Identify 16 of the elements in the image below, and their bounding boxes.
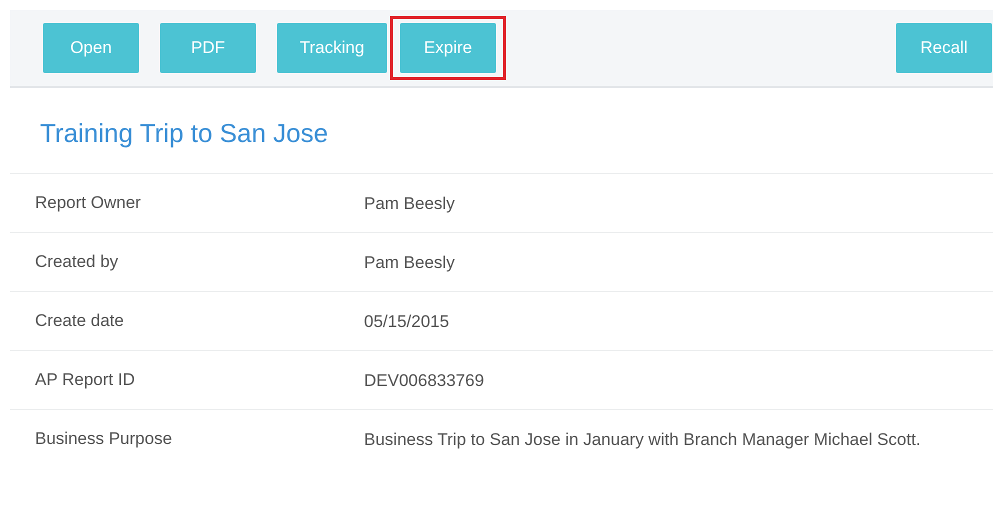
- field-value: Business Trip to San Jose in January with Branch Manager Michael Scott.: [364, 428, 922, 450]
- field-label: Create date: [35, 310, 125, 332]
- field-label: Created by: [35, 251, 120, 273]
- field-label: Report Owner: [35, 192, 142, 214]
- toolbar-button[interactable]: Recall: [896, 23, 992, 73]
- field-value: Pam Beesly: [364, 192, 456, 214]
- toolbar-button[interactable]: Open: [43, 23, 139, 73]
- field-label: AP Report ID: [35, 369, 136, 391]
- toolbar-button[interactable]: Tracking: [277, 23, 387, 73]
- field-label: Business Purpose: [35, 428, 174, 450]
- report-title: Training Trip to San Jose: [39, 117, 330, 150]
- field-value: Pam Beesly: [364, 252, 456, 274]
- toolbar-button[interactable]: Expire: [400, 23, 496, 73]
- field-value: DEV006833769: [364, 370, 486, 392]
- field-value: 05/15/2015: [364, 310, 450, 332]
- toolbar-button[interactable]: PDF: [160, 23, 256, 73]
